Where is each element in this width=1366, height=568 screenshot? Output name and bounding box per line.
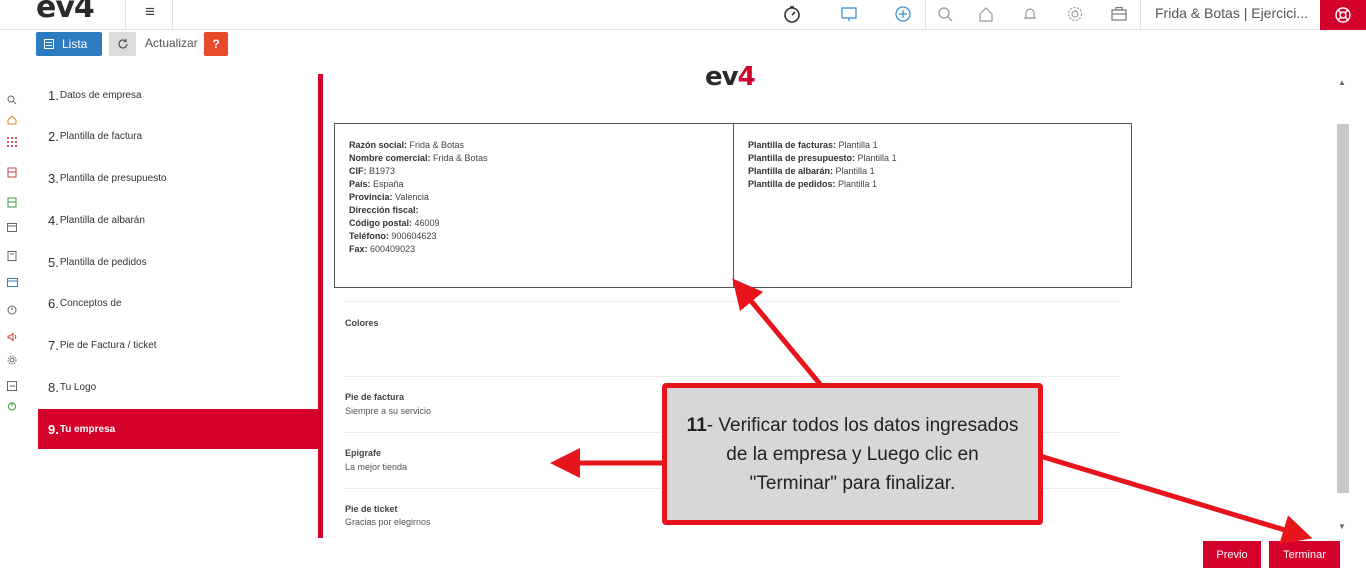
logout-icon[interactable] [6, 380, 18, 392]
purchases-icon[interactable] [6, 196, 18, 208]
calendar-icon[interactable] [6, 221, 18, 233]
divider [1140, 0, 1141, 30]
step-label: Plantilla de pedidos [59, 256, 147, 268]
step-conceptos[interactable]: 6. Conceptos de [38, 283, 318, 323]
step-label: Plantilla de albarán [59, 214, 145, 226]
divider [125, 0, 126, 30]
pie-factura-title: Pie de factura [345, 392, 405, 402]
field-plantilla-albaran: Plantilla de albarán: Plantilla 1 [748, 166, 875, 176]
step-plantilla-factura[interactable]: 2. Plantilla de factura [38, 116, 318, 156]
preview-logo: ev4 [705, 62, 756, 92]
field-codigo-postal: Código postal: 46009 [349, 218, 440, 228]
list-icon [44, 39, 54, 49]
field-telefono: Teléfono: 900604623 [349, 231, 437, 241]
scroll-down-arrow-icon[interactable]: ▼ [1338, 522, 1346, 531]
step-plantilla-pedidos[interactable]: 5. Plantilla de pedidos [38, 242, 318, 282]
column-divider [733, 124, 734, 287]
divider [344, 301, 1120, 302]
top-bar: ev4 ≡ Frida & Botas | Ejercici... [0, 0, 1366, 30]
callout-text: 11- Verificar todos los datos ingresados… [686, 414, 1019, 494]
plus-circle-icon[interactable] [892, 3, 914, 25]
field-plantilla-presupuesto: Plantilla de presupuesto: Plantilla 1 [748, 153, 897, 163]
pie-factura-value: Siempre a su servicio [345, 406, 432, 416]
app-logo[interactable]: ev4 [36, 0, 95, 25]
step-datos-empresa[interactable]: 1. Datos de empresa [38, 75, 318, 115]
search-icon[interactable] [6, 94, 18, 106]
actualizar-label[interactable]: Actualizar [145, 36, 198, 50]
instruction-callout: 11- Verificar todos los datos ingresados… [662, 383, 1043, 525]
briefcase-icon[interactable] [1108, 3, 1130, 25]
lifebuoy-icon [1335, 7, 1351, 23]
clock-icon[interactable] [6, 304, 18, 316]
lista-button[interactable]: Lista [36, 32, 102, 56]
company-data-column: Razón social: Frida & Botas Nombre comer… [349, 139, 488, 256]
arrow-to-summary [732, 278, 822, 386]
divider [344, 376, 1120, 377]
hamburger-menu-icon[interactable]: ≡ [145, 2, 155, 22]
pie-ticket-title: Pie de ticket [345, 504, 398, 514]
epigrafe-value: La mejor tienda [345, 462, 408, 472]
arrow-to-terminar [1039, 453, 1313, 545]
timer-icon[interactable] [781, 3, 803, 25]
step-label: Conceptos de [59, 297, 122, 309]
terminar-button[interactable]: Terminar [1269, 541, 1340, 568]
company-selector[interactable]: Frida & Botas | Ejercici... [1155, 5, 1308, 21]
divider [172, 0, 173, 30]
scrollbar-thumb[interactable] [1337, 124, 1349, 493]
field-nombre-comercial: Nombre comercial: Frida & Botas [349, 153, 488, 163]
step-tu-logo[interactable]: 8. Tu Logo [38, 367, 318, 407]
home-icon[interactable] [6, 114, 18, 126]
home-icon[interactable] [975, 3, 997, 25]
templates-column: Plantilla de facturas: Plantilla 1 Plant… [748, 139, 897, 191]
steps-divider [318, 74, 323, 538]
app-window: ev4 ≡ Frida & Botas | Ejercici... Lista … [0, 0, 1366, 568]
apps-grid-icon[interactable] [6, 136, 18, 148]
field-direccion-fiscal: Dirección fiscal: [349, 205, 419, 215]
step-label: Tu empresa [59, 423, 116, 435]
lista-label: Lista [62, 37, 88, 51]
field-fax: Fax: 600409023 [349, 244, 416, 254]
step-label: Plantilla de presupuesto [59, 172, 167, 184]
field-cif: CIF: B1973 [349, 166, 396, 176]
refresh-icon [117, 39, 128, 49]
previo-button[interactable]: Previo [1203, 541, 1261, 568]
step-label: Tu Logo [59, 381, 97, 393]
step-pie-factura-ticket[interactable]: 7. Pie de Factura / ticket [38, 325, 318, 365]
company-summary-box: Razón social: Frida & Botas Nombre comer… [334, 123, 1132, 288]
field-plantilla-pedidos: Plantilla de pedidos: Plantilla 1 [748, 179, 878, 189]
field-plantilla-facturas: Plantilla de facturas: Plantilla 1 [748, 140, 878, 150]
bell-icon[interactable] [1019, 3, 1041, 25]
step-label: Plantilla de factura [59, 130, 143, 142]
refresh-button[interactable] [109, 32, 136, 56]
step-tu-empresa[interactable]: 9. Tu empresa [38, 409, 318, 449]
card-icon[interactable] [6, 276, 18, 288]
colores-title: Colores [345, 318, 379, 328]
scroll-up-arrow-icon[interactable]: ▲ [1338, 78, 1346, 87]
settings-icon[interactable] [6, 354, 18, 366]
step-label: Pie de Factura / ticket [59, 339, 157, 351]
sales-icon[interactable] [6, 166, 18, 178]
divider [925, 0, 926, 30]
step-plantilla-presupuesto[interactable]: 3. Plantilla de presupuesto [38, 158, 318, 198]
step-plantilla-albaran[interactable]: 4. Plantilla de albarán [38, 200, 318, 240]
field-razon-social: Razón social: Frida & Botas [349, 140, 465, 150]
step-label: Datos de empresa [59, 89, 142, 101]
support-button[interactable] [1320, 0, 1366, 30]
gear-icon[interactable] [1064, 3, 1086, 25]
megaphone-icon[interactable] [6, 331, 18, 343]
epigrafe-title: Epigrafe [345, 448, 382, 458]
field-provincia: Provincia: Valencia [349, 192, 429, 202]
search-icon[interactable] [934, 3, 956, 25]
power-icon[interactable] [6, 400, 18, 412]
help-button[interactable]: ? [204, 32, 228, 56]
monitor-icon[interactable] [838, 3, 860, 25]
field-pais: País: España [349, 179, 404, 189]
document-icon[interactable] [6, 250, 18, 262]
pie-ticket-value: Gracias por elegirnos [345, 517, 431, 527]
